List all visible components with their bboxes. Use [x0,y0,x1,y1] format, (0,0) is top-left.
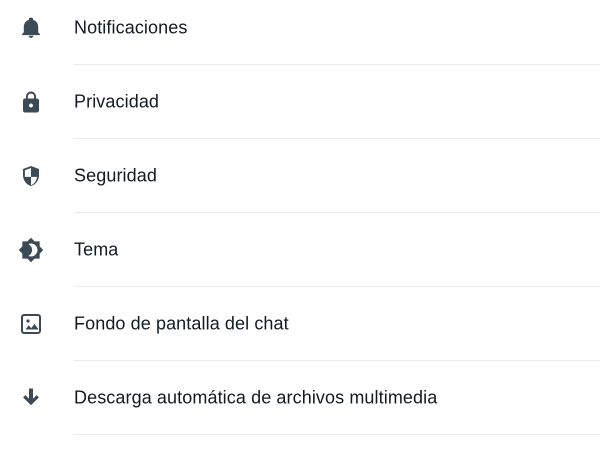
wallpaper-icon [18,311,44,337]
settings-item-privacy[interactable]: Privacidad [0,65,600,139]
shield-icon [18,163,44,189]
settings-list: Notificaciones Privacidad Seguridad Tema [0,0,600,455]
settings-item-label: Descarga automática de archivos multimed… [74,387,438,408]
theme-icon [18,237,44,263]
settings-item-security[interactable]: Seguridad [0,139,600,213]
settings-item-label: Tema [74,239,119,260]
lock-icon [18,89,44,115]
settings-item-auto-download[interactable]: Descarga automática de archivos multimed… [0,361,600,435]
divider [74,434,600,435]
settings-item-chat-wallpaper[interactable]: Fondo de pantalla del chat [0,287,600,361]
bell-icon [18,15,44,41]
settings-item-label: Seguridad [74,165,157,186]
settings-item-label: Fondo de pantalla del chat [74,313,289,334]
download-icon [18,385,44,411]
settings-item-label: Notificaciones [74,17,188,38]
settings-item-label: Privacidad [74,91,160,112]
settings-item-notifications[interactable]: Notificaciones [0,0,600,65]
settings-item-theme[interactable]: Tema [0,213,600,287]
